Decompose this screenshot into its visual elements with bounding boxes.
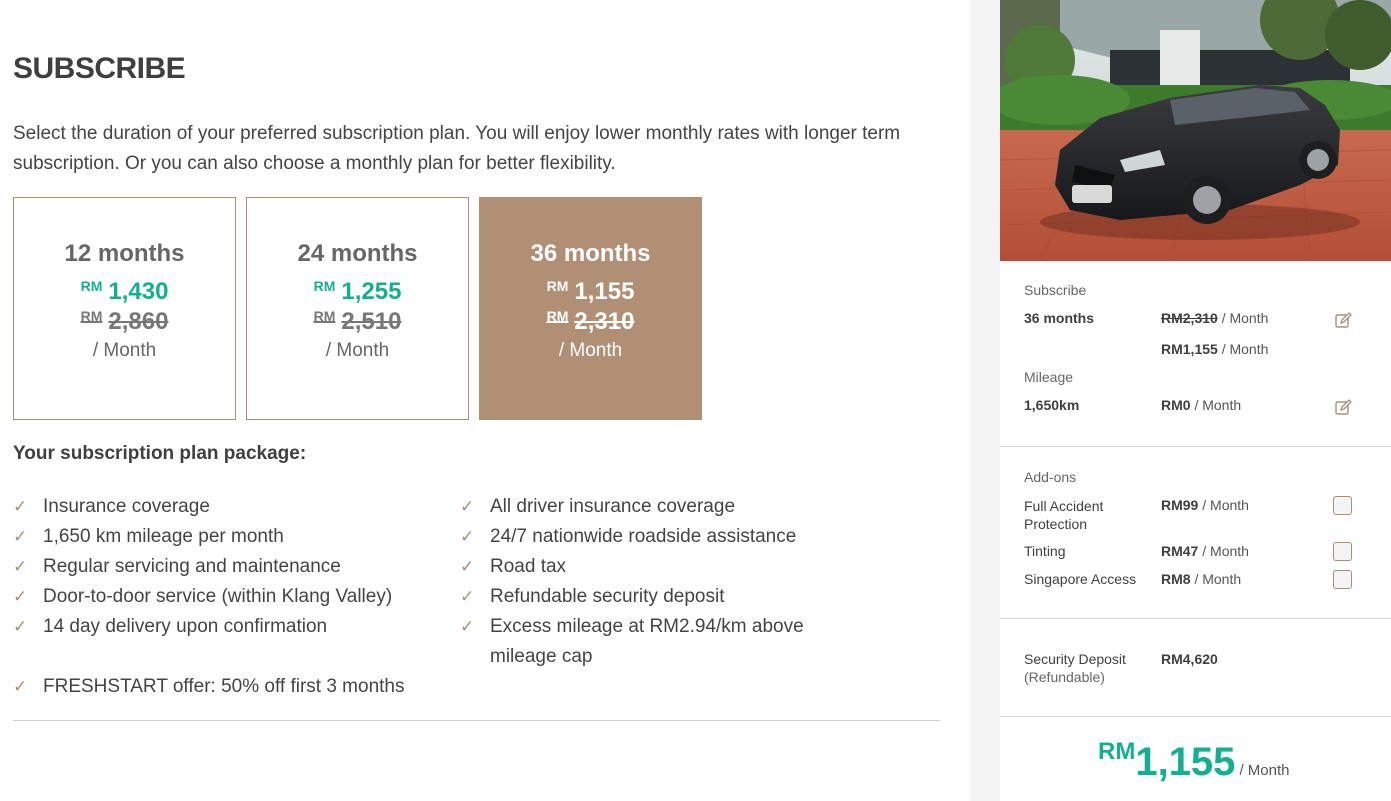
check-icon: ✓ (13, 617, 28, 636)
plan-old-price: RM 2,510 (313, 308, 402, 335)
plan-card-24-months[interactable]: 24 months RM 1,255 RM 2,510 / Month (246, 197, 469, 420)
subscribe-label: Subscribe (1024, 282, 1087, 298)
feature-item: ✓ 14 day delivery upon confirmation (13, 612, 392, 642)
deposit-sublabel: (Refundable) (1024, 669, 1105, 685)
check-icon: ✓ (13, 557, 28, 576)
total-currency: RM (1098, 738, 1136, 765)
edit-mileage-icon[interactable] (1334, 399, 1352, 417)
mileage-price: RM0 / Month (1161, 397, 1242, 413)
addon-name: Tinting (1024, 543, 1066, 559)
package-features-right: ✓ All driver insurance coverage ✓ 24/7 nat… (460, 492, 820, 672)
plan-per-month: / Month (92, 340, 157, 361)
feature-item: ✓ Regular servicing and maintenance (13, 552, 392, 582)
plan-card-12-months[interactable]: 12 months RM 1,430 RM 2,860 / Month (13, 197, 236, 420)
deposit-value: RM4,620 (1161, 651, 1218, 667)
feature-item: ✓ 1,650 km mileage per month (13, 522, 392, 552)
edit-icon (1335, 399, 1352, 415)
total-per-month: / Month (1239, 762, 1290, 779)
intro-text: Select the duration of your preferred su… (13, 123, 901, 174)
check-icon: ✓ (13, 497, 28, 516)
addon-tinting-checkbox[interactable] (1333, 542, 1352, 561)
page-title: SUBSCRIBE (13, 52, 186, 85)
total-price: RM1,155/ Month (1098, 738, 1289, 785)
subscribe-duration: 36 months (1024, 310, 1095, 326)
gutter (970, 0, 1000, 801)
mileage-label: Mileage (1024, 369, 1074, 385)
check-icon: ✓ (13, 527, 28, 546)
addon-full-accident-checkbox[interactable] (1333, 496, 1352, 515)
divider (13, 720, 940, 721)
feature-item: ✓ 24/7 nationwide roadside assistance (460, 522, 820, 552)
total-amount: 1,155 (1135, 740, 1236, 784)
plan-card-36-months[interactable]: 36 months RM 1,155 RM 2,310 / Month (479, 197, 702, 420)
plan-price: RM 1,430 (80, 278, 169, 305)
divider (1000, 446, 1391, 447)
edit-subscription-icon[interactable] (1334, 312, 1352, 330)
check-icon: ✓ (460, 527, 475, 546)
order-summary-panel: Subscribe 36 months RM2,310 / Month RM1,… (1000, 0, 1391, 801)
subscription-panel: SUBSCRIBE Select the duration of your pr… (0, 0, 970, 801)
feature-item: ✓ Insurance coverage (13, 492, 392, 522)
plan-price: RM 1,155 (546, 278, 635, 305)
check-icon: ✓ (460, 497, 475, 516)
addon-singapore-access-checkbox[interactable] (1333, 570, 1352, 589)
check-icon: ✓ (460, 587, 475, 606)
package-offer: ✓ FRESHSTART offer: 50% off first 3 month… (13, 672, 405, 702)
addon-name: Singapore Access (1024, 571, 1137, 587)
plan-price: RM 1,255 (313, 278, 402, 305)
check-icon: ✓ (460, 617, 475, 636)
addon-name: Full Accident Protection (1024, 498, 1104, 532)
plan-per-month: / Month (325, 340, 390, 361)
divider (1000, 716, 1391, 717)
plan-duration: 36 months (530, 240, 651, 267)
plan-duration: 24 months (297, 240, 418, 267)
car-photo (1000, 0, 1391, 261)
check-icon: ✓ (13, 677, 28, 696)
divider (1000, 618, 1391, 619)
feature-item: ✓ Road tax (460, 552, 820, 582)
addon-price: RM99 / Month (1161, 497, 1249, 513)
subscribe-old-price: RM2,310 / Month (1161, 310, 1269, 326)
addon-price: RM47 / Month (1161, 543, 1249, 559)
feature-item: ✓ All driver insurance coverage (460, 492, 820, 522)
deposit-label: Security Deposit (1024, 651, 1126, 667)
addons-label: Add-ons (1024, 469, 1077, 485)
feature-item: ✓ Excess mileage at RM2.94/km above milea… (460, 612, 820, 672)
plan-per-month: / Month (558, 340, 623, 361)
plan-old-price: RM 2,860 (80, 308, 169, 335)
mileage-value: 1,650km (1024, 397, 1080, 413)
plan-old-price: RM 2,310 (546, 308, 635, 335)
feature-item: ✓ Door-to-door service (within Klang Vall… (13, 582, 392, 612)
subscribe-new-price: RM1,155 / Month (1161, 341, 1269, 357)
feature-item: ✓ FRESHSTART offer: 50% off first 3 month… (13, 672, 405, 702)
plan-duration: 12 months (64, 240, 185, 267)
addon-price: RM8 / Month (1161, 571, 1242, 587)
feature-item: ✓ Refundable security deposit (460, 582, 820, 612)
check-icon: ✓ (460, 557, 475, 576)
check-icon: ✓ (13, 587, 28, 606)
package-title: Your subscription plan package: (13, 443, 307, 464)
edit-icon (1335, 312, 1352, 328)
package-features-left: ✓ Insurance coverage ✓ 1,650 km mileage pe… (13, 492, 392, 642)
car-image (1000, 0, 1391, 261)
